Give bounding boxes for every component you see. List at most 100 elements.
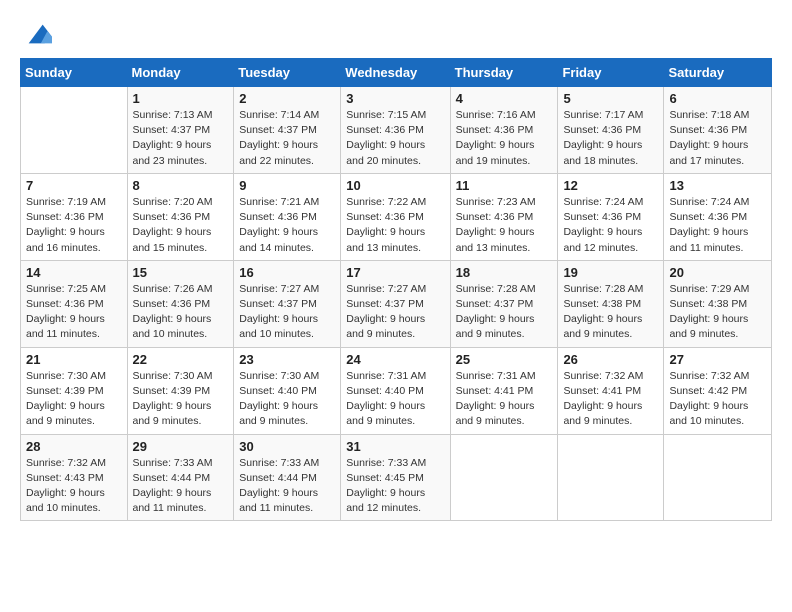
calendar-week-2: 7 Sunrise: 7:19 AMSunset: 4:36 PMDaylight…	[21, 173, 772, 260]
logo-icon	[24, 20, 52, 48]
day-info: Sunrise: 7:21 AMSunset: 4:36 PMDaylight:…	[239, 195, 335, 256]
day-info: Sunrise: 7:28 AMSunset: 4:38 PMDaylight:…	[563, 282, 658, 343]
calendar-table: SundayMondayTuesdayWednesdayThursdayFrid…	[20, 58, 772, 521]
day-number: 29	[133, 439, 229, 454]
day-info: Sunrise: 7:32 AMSunset: 4:41 PMDaylight:…	[563, 369, 658, 430]
day-info: Sunrise: 7:13 AMSunset: 4:37 PMDaylight:…	[133, 108, 229, 169]
day-info: Sunrise: 7:14 AMSunset: 4:37 PMDaylight:…	[239, 108, 335, 169]
day-info: Sunrise: 7:22 AMSunset: 4:36 PMDaylight:…	[346, 195, 444, 256]
day-number: 15	[133, 265, 229, 280]
calendar-cell: 7 Sunrise: 7:19 AMSunset: 4:36 PMDaylight…	[21, 173, 128, 260]
calendar-cell: 17 Sunrise: 7:27 AMSunset: 4:37 PMDayligh…	[341, 260, 450, 347]
day-number: 9	[239, 178, 335, 193]
logo	[20, 20, 52, 48]
calendar-cell: 12Sunrise: 7:24 AMSunset: 4:36 PMDayligh…	[558, 173, 664, 260]
calendar-cell: 6 Sunrise: 7:18 AMSunset: 4:36 PMDaylight…	[664, 87, 772, 174]
day-number: 26	[563, 352, 658, 367]
day-info: Sunrise: 7:24 AMSunset: 4:36 PMDaylight:…	[669, 195, 766, 256]
calendar-week-1: 1 Sunrise: 7:13 AMSunset: 4:37 PMDaylight…	[21, 87, 772, 174]
calendar-cell	[21, 87, 128, 174]
day-number: 18	[456, 265, 553, 280]
calendar-cell	[450, 434, 558, 521]
day-info: Sunrise: 7:29 AMSunset: 4:38 PMDaylight:…	[669, 282, 766, 343]
header-row: SundayMondayTuesdayWednesdayThursdayFrid…	[21, 59, 772, 87]
calendar-cell: 26 Sunrise: 7:32 AMSunset: 4:41 PMDayligh…	[558, 347, 664, 434]
calendar-cell: 5 Sunrise: 7:17 AMSunset: 4:36 PMDaylight…	[558, 87, 664, 174]
day-info: Sunrise: 7:20 AMSunset: 4:36 PMDaylight:…	[133, 195, 229, 256]
day-info: Sunrise: 7:33 AMSunset: 4:44 PMDaylight:…	[239, 456, 335, 517]
day-number: 14	[26, 265, 122, 280]
day-number: 21	[26, 352, 122, 367]
calendar-cell: 28Sunrise: 7:32 AMSunset: 4:43 PMDayligh…	[21, 434, 128, 521]
day-info: Sunrise: 7:17 AMSunset: 4:36 PMDaylight:…	[563, 108, 658, 169]
day-number: 22	[133, 352, 229, 367]
day-number: 8	[133, 178, 229, 193]
day-info: Sunrise: 7:26 AMSunset: 4:36 PMDaylight:…	[133, 282, 229, 343]
day-number: 25	[456, 352, 553, 367]
calendar-cell: 11 Sunrise: 7:23 AMSunset: 4:36 PMDayligh…	[450, 173, 558, 260]
day-number: 1	[133, 91, 229, 106]
day-info: Sunrise: 7:24 AMSunset: 4:36 PMDaylight:…	[563, 195, 658, 256]
calendar-cell: 30 Sunrise: 7:33 AMSunset: 4:44 PMDayligh…	[234, 434, 341, 521]
calendar-week-3: 14 Sunrise: 7:25 AMSunset: 4:36 PMDayligh…	[21, 260, 772, 347]
calendar-cell: 3Sunrise: 7:15 AMSunset: 4:36 PMDaylight…	[341, 87, 450, 174]
day-number: 13	[669, 178, 766, 193]
header-friday: Friday	[558, 59, 664, 87]
calendar-cell	[558, 434, 664, 521]
day-info: Sunrise: 7:25 AMSunset: 4:36 PMDaylight:…	[26, 282, 122, 343]
calendar-cell	[664, 434, 772, 521]
day-info: Sunrise: 7:33 AMSunset: 4:44 PMDaylight:…	[133, 456, 229, 517]
day-number: 31	[346, 439, 444, 454]
day-info: Sunrise: 7:27 AMSunset: 4:37 PMDaylight:…	[346, 282, 444, 343]
header-sunday: Sunday	[21, 59, 128, 87]
calendar-cell: 31 Sunrise: 7:33 AMSunset: 4:45 PMDayligh…	[341, 434, 450, 521]
day-number: 23	[239, 352, 335, 367]
calendar-cell: 20 Sunrise: 7:29 AMSunset: 4:38 PMDayligh…	[664, 260, 772, 347]
day-number: 7	[26, 178, 122, 193]
day-number: 16	[239, 265, 335, 280]
calendar-week-4: 21 Sunrise: 7:30 AMSunset: 4:39 PMDayligh…	[21, 347, 772, 434]
day-number: 19	[563, 265, 658, 280]
day-number: 30	[239, 439, 335, 454]
header-tuesday: Tuesday	[234, 59, 341, 87]
header-saturday: Saturday	[664, 59, 772, 87]
header-wednesday: Wednesday	[341, 59, 450, 87]
day-info: Sunrise: 7:19 AMSunset: 4:36 PMDaylight:…	[26, 195, 122, 256]
day-info: Sunrise: 7:16 AMSunset: 4:36 PMDaylight:…	[456, 108, 553, 169]
day-info: Sunrise: 7:27 AMSunset: 4:37 PMDaylight:…	[239, 282, 335, 343]
calendar-cell: 19 Sunrise: 7:28 AMSunset: 4:38 PMDayligh…	[558, 260, 664, 347]
calendar-cell: 16 Sunrise: 7:27 AMSunset: 4:37 PMDayligh…	[234, 260, 341, 347]
calendar-cell: 23Sunrise: 7:30 AMSunset: 4:40 PMDayligh…	[234, 347, 341, 434]
day-number: 10	[346, 178, 444, 193]
calendar-cell: 22Sunrise: 7:30 AMSunset: 4:39 PMDayligh…	[127, 347, 234, 434]
calendar-cell: 25 Sunrise: 7:31 AMSunset: 4:41 PMDayligh…	[450, 347, 558, 434]
day-info: Sunrise: 7:28 AMSunset: 4:37 PMDaylight:…	[456, 282, 553, 343]
day-info: Sunrise: 7:31 AMSunset: 4:41 PMDaylight:…	[456, 369, 553, 430]
calendar-cell: 8 Sunrise: 7:20 AMSunset: 4:36 PMDaylight…	[127, 173, 234, 260]
day-info: Sunrise: 7:18 AMSunset: 4:36 PMDaylight:…	[669, 108, 766, 169]
day-number: 2	[239, 91, 335, 106]
calendar-cell: 27Sunrise: 7:32 AMSunset: 4:42 PMDayligh…	[664, 347, 772, 434]
day-info: Sunrise: 7:33 AMSunset: 4:45 PMDaylight:…	[346, 456, 444, 517]
calendar-cell: 1 Sunrise: 7:13 AMSunset: 4:37 PMDaylight…	[127, 87, 234, 174]
day-number: 27	[669, 352, 766, 367]
day-number: 11	[456, 178, 553, 193]
day-info: Sunrise: 7:15 AMSunset: 4:36 PMDaylight:…	[346, 108, 444, 169]
header-thursday: Thursday	[450, 59, 558, 87]
day-number: 6	[669, 91, 766, 106]
calendar-cell: 10 Sunrise: 7:22 AMSunset: 4:36 PMDayligh…	[341, 173, 450, 260]
day-number: 17	[346, 265, 444, 280]
calendar-cell: 14 Sunrise: 7:25 AMSunset: 4:36 PMDayligh…	[21, 260, 128, 347]
calendar-cell: 29 Sunrise: 7:33 AMSunset: 4:44 PMDayligh…	[127, 434, 234, 521]
calendar-header: SundayMondayTuesdayWednesdayThursdayFrid…	[21, 59, 772, 87]
day-number: 4	[456, 91, 553, 106]
header-monday: Monday	[127, 59, 234, 87]
day-number: 20	[669, 265, 766, 280]
page-header	[20, 20, 772, 48]
day-info: Sunrise: 7:23 AMSunset: 4:36 PMDaylight:…	[456, 195, 553, 256]
calendar-cell: 2 Sunrise: 7:14 AMSunset: 4:37 PMDaylight…	[234, 87, 341, 174]
day-number: 5	[563, 91, 658, 106]
calendar-body: 1 Sunrise: 7:13 AMSunset: 4:37 PMDaylight…	[21, 87, 772, 521]
day-info: Sunrise: 7:30 AMSunset: 4:39 PMDaylight:…	[26, 369, 122, 430]
calendar-cell: 13 Sunrise: 7:24 AMSunset: 4:36 PMDayligh…	[664, 173, 772, 260]
